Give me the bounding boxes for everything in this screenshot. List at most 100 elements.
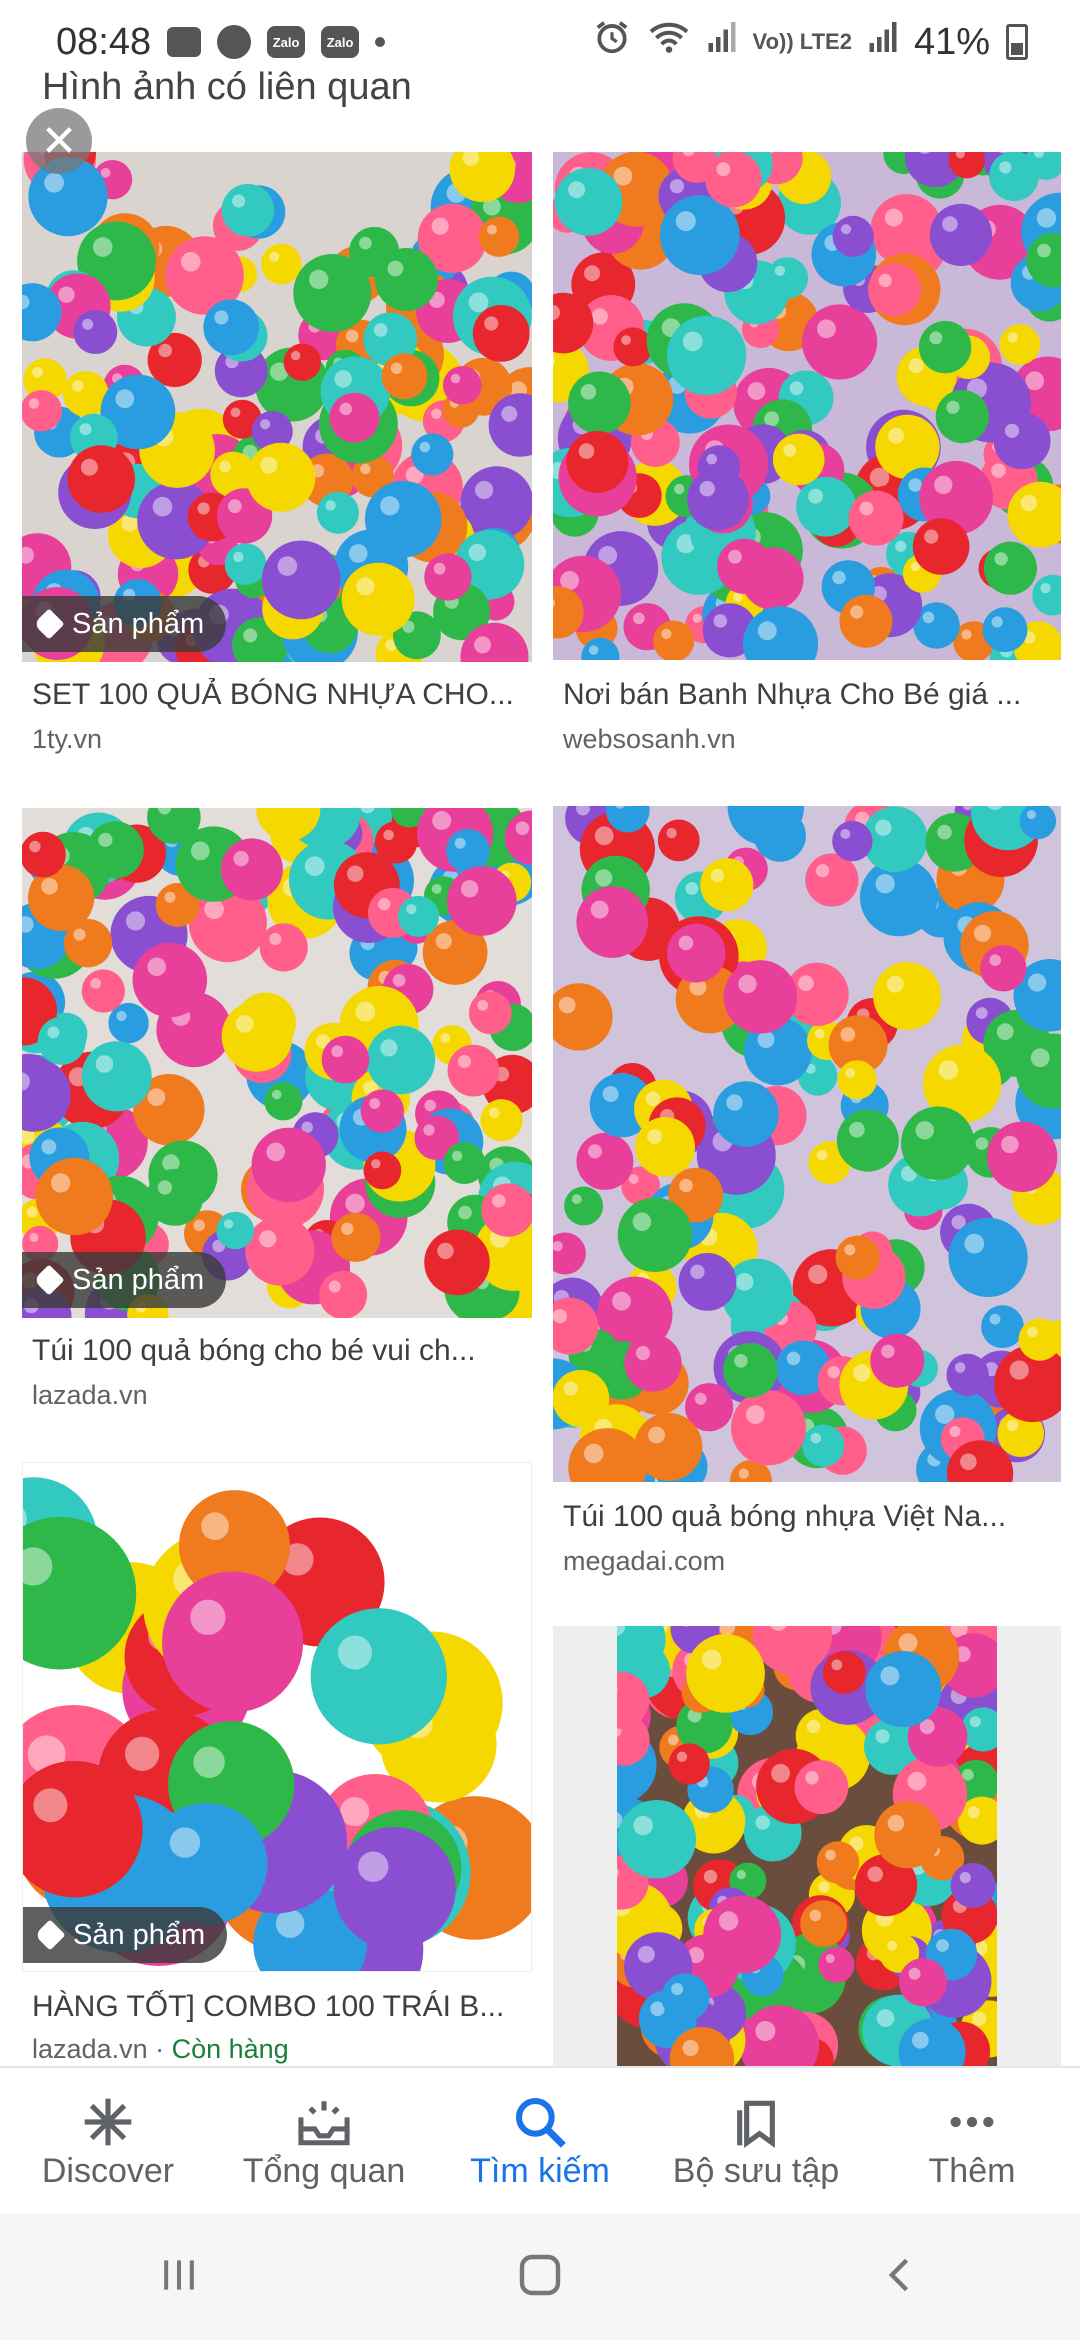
ball-highlight — [602, 1086, 619, 1102]
home-icon — [519, 2254, 561, 2295]
ball-highlight — [996, 1023, 1014, 1041]
result-image[interactable]: Sản phẩm — [22, 1462, 532, 1972]
ball-highlight — [484, 316, 499, 331]
ball-highlight — [825, 1954, 835, 1963]
ball — [950, 1863, 996, 1908]
ball-highlight — [726, 1094, 743, 1111]
badge-label: Sản phẩm — [72, 1263, 205, 1296]
ball-highlight — [47, 1026, 60, 1039]
ball — [333, 1826, 456, 1950]
ball-highlight — [667, 1734, 679, 1746]
result-title[interactable]: Túi 100 quả bóng nhựa Việt Na... — [563, 1500, 1053, 1534]
ball — [983, 541, 1037, 595]
ball-highlight — [230, 407, 241, 418]
ball — [870, 1333, 925, 1388]
result-image[interactable] — [553, 1626, 1061, 2066]
ball-highlight — [881, 1344, 895, 1358]
ball-highlight — [840, 829, 851, 839]
inbox-icon — [294, 2092, 354, 2152]
bookmark-icon — [728, 2092, 784, 2152]
recent-apps-button[interactable] — [157, 2253, 201, 2302]
ball-highlight — [558, 996, 576, 1014]
ball — [321, 1035, 370, 1084]
ball-highlight — [28, 398, 40, 409]
ball — [443, 366, 482, 405]
ball — [982, 607, 1028, 653]
ball-highlight — [810, 1432, 822, 1444]
ball-highlight — [360, 463, 371, 475]
ball-highlight — [635, 1346, 651, 1361]
ball-highlight — [632, 1212, 652, 1232]
ball — [617, 1800, 696, 1879]
ball — [259, 923, 308, 972]
balls-image — [22, 808, 532, 1318]
ball-highlight — [798, 975, 814, 992]
ball-highlight — [999, 161, 1012, 174]
ball-highlight — [277, 556, 298, 576]
system-navigation — [0, 2214, 1080, 2340]
result-image[interactable] — [553, 152, 1061, 660]
ball — [22, 390, 62, 432]
ball-highlight — [450, 373, 461, 384]
ball-highlight — [685, 882, 699, 895]
ball-highlight — [629, 1174, 639, 1184]
ball — [987, 1121, 1058, 1192]
ball — [832, 820, 873, 862]
ball — [873, 962, 942, 1030]
result-image[interactable]: Sản phẩm — [22, 808, 532, 1318]
ball — [162, 1571, 304, 1713]
ball-highlight — [690, 1264, 705, 1279]
nav-label: Tìm kiếm — [470, 2152, 610, 2190]
ball-highlight — [898, 1633, 918, 1653]
clock: 08:48 — [56, 20, 152, 63]
ball-highlight — [214, 310, 229, 325]
ball-highlight — [844, 1244, 856, 1256]
nav-bo-suu-tap[interactable]: Bộ sưu tập — [648, 2068, 864, 2216]
result-image[interactable]: Sản phẩm — [22, 152, 532, 662]
result-title[interactable]: HÀNG TỐT] COMBO 100 TRÁI B... — [32, 1990, 522, 2024]
close-button[interactable]: ✕ — [26, 108, 92, 174]
ball-highlight — [1027, 1326, 1038, 1338]
ball-highlight — [152, 496, 173, 517]
back-button[interactable] — [879, 2253, 923, 2302]
result-title[interactable]: Túi 100 quả bóng cho bé vui ch... — [32, 1334, 522, 1368]
nav-them[interactable]: Thêm — [864, 2068, 1080, 2216]
ball — [617, 1197, 693, 1272]
ball-highlight — [44, 172, 64, 193]
ball-highlight — [736, 1870, 746, 1880]
search-icon — [512, 2092, 568, 2152]
nav-tong-quan[interactable]: Tổng quan — [216, 2068, 432, 2216]
balls-image — [553, 806, 1061, 1482]
ball-highlight — [435, 933, 452, 950]
ball-highlight — [880, 1666, 900, 1686]
ball-highlight — [392, 974, 406, 987]
ball-highlight — [809, 1909, 822, 1922]
ball — [657, 819, 700, 862]
ball-highlight — [219, 460, 231, 473]
ball-highlight — [713, 614, 728, 628]
ball-highlight — [275, 1909, 305, 1938]
result-title[interactable]: SET 100 QUẢ BÓNG NHỰA CHO... — [32, 678, 522, 712]
result-title[interactable]: Nơi bán Banh Nhựa Cho Bé giá ... — [563, 678, 1053, 712]
ball-highlight — [492, 1194, 506, 1208]
ball — [221, 1000, 293, 1072]
ball — [935, 390, 989, 444]
ball-highlight — [431, 884, 442, 894]
ball-highlight — [964, 1233, 985, 1254]
ball-highlight — [348, 544, 368, 563]
nav-discover[interactable]: Discover — [0, 2068, 216, 2216]
ball-highlight — [875, 874, 895, 894]
ball-highlight — [648, 1426, 665, 1444]
ball-highlight — [922, 611, 935, 624]
nav-tim-kiem[interactable]: Tìm kiếm — [432, 2068, 648, 2216]
ball — [666, 315, 747, 395]
ball-highlight — [115, 389, 135, 409]
result-image[interactable] — [553, 806, 1061, 1482]
ball-highlight — [169, 1827, 201, 1858]
ball-highlight — [92, 237, 113, 257]
home-button[interactable] — [516, 2251, 564, 2304]
nav-label: Tổng quan — [242, 2152, 406, 2190]
ball-highlight — [989, 954, 1001, 966]
ball-highlight — [682, 331, 703, 352]
ball-highlight — [571, 1194, 582, 1205]
